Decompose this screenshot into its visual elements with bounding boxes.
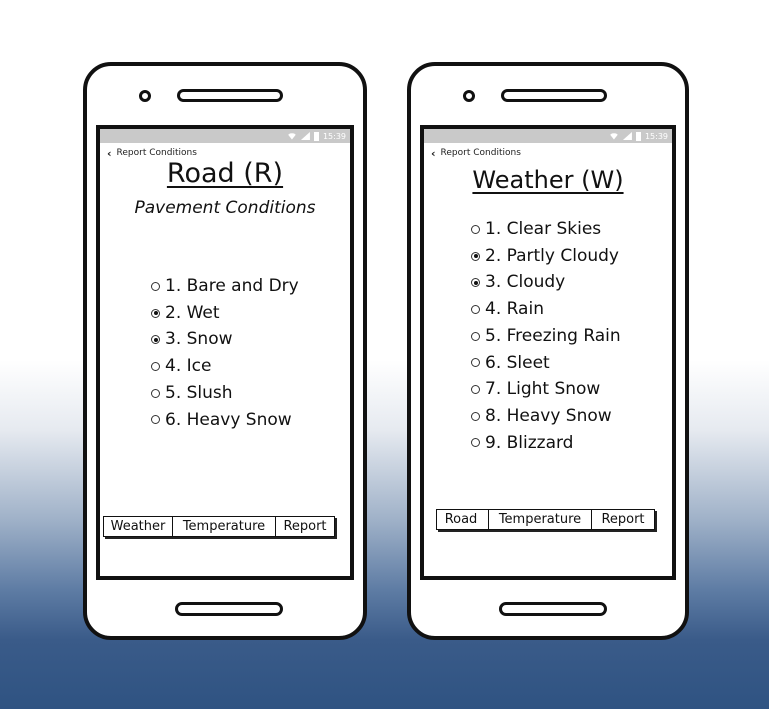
radio-option[interactable]: 5. Slush [151,380,299,407]
signal-icon [622,132,632,140]
status-bar: 15:39 [100,129,350,143]
radio-option[interactable]: 1. Clear Skies [471,216,621,243]
weather-options: 1. Clear Skies 2. Partly Cloudy 3. Cloudy 4… [471,216,621,456]
phone-weather: 15:39 ‹ Report Conditions Weather (W) 1.… [407,62,689,640]
option-label: 6. Sleet [485,352,550,373]
radio-option[interactable]: 3. Snow [151,326,299,353]
option-label: 5. Slush [165,382,233,403]
radio-option[interactable]: 8. Heavy Snow [471,403,621,430]
option-label: 1. Bare and Dry [165,276,299,296]
radio-option[interactable]: 4. Rain [471,296,621,323]
radio-option[interactable]: 5. Freezing Rain [471,323,621,350]
status-time: 15:39 [644,131,668,141]
radio-unchecked-icon[interactable] [471,438,480,448]
option-label: 1. Clear Skies [485,219,602,239]
tab-weather[interactable]: Weather [104,517,173,536]
option-label: 3. Snow [165,329,233,350]
page-title: Weather (W) [472,166,624,194]
signal-icon [300,132,310,140]
radio-unchecked-icon[interactable] [471,304,480,314]
option-label: 6. Heavy Snow [165,409,292,430]
speaker-grille [177,89,283,102]
chevron-left-icon: ‹ [107,146,112,160]
page-subtitle: Pavement Conditions [134,198,316,218]
radio-unchecked-icon[interactable] [151,415,160,425]
option-label: 4. Rain [485,299,544,320]
radio-unchecked-icon[interactable] [151,361,160,371]
option-label: 4. Ice [165,356,212,377]
option-label: 2. Partly Cloudy [485,245,619,266]
radio-checked-icon[interactable] [151,335,160,345]
back-label: Report Conditions [440,148,521,158]
tab-bar: Weather Temperature Report [103,516,335,537]
wifi-icon [286,133,297,140]
radio-option[interactable]: 4. Ice [151,353,299,380]
radio-unchecked-icon[interactable] [151,281,160,291]
tab-temperature[interactable]: Temperature [173,517,276,536]
battery-icon [635,131,641,141]
pavement-options: 1. Bare and Dry 2. Wet 3. Snow 4. Ice 5. Slu… [151,273,299,433]
radio-unchecked-icon[interactable] [471,411,480,421]
speaker-grille [501,89,607,102]
home-button[interactable] [499,602,607,616]
radio-option[interactable]: 6. Sleet [471,350,621,377]
radio-unchecked-icon[interactable] [471,331,480,341]
battery-icon [313,131,319,141]
tab-bar: Road Temperature Report [436,509,655,530]
chevron-left-icon: ‹ [431,146,436,160]
status-time: 15:39 [322,131,346,141]
radio-checked-icon[interactable] [151,308,160,318]
back-label: Report Conditions [116,148,197,158]
radio-checked-icon[interactable] [471,251,480,261]
back-button[interactable]: ‹ Report Conditions [424,143,672,160]
back-button[interactable]: ‹ Report Conditions [100,143,350,160]
weather-screen: 15:39 ‹ Report Conditions Weather (W) 1.… [420,125,676,580]
radio-option[interactable]: 3. Cloudy [471,269,621,296]
tab-report[interactable]: Report [276,517,334,536]
page-title: Road (R) [166,158,284,189]
option-label: 9. Blizzard [485,432,574,453]
radio-unchecked-icon[interactable] [471,358,480,368]
tab-road[interactable]: Road [437,510,489,529]
radio-option[interactable]: 2. Partly Cloudy [471,243,621,270]
radio-option[interactable]: 7. Light Snow [471,376,621,403]
option-label: 2. Wet [165,302,220,323]
tab-report[interactable]: Report [592,510,654,529]
camera-icon [463,90,475,102]
radio-unchecked-icon[interactable] [471,224,480,234]
radio-unchecked-icon[interactable] [471,385,480,395]
option-label: 7. Light Snow [485,379,601,400]
radio-option[interactable]: 6. Heavy Snow [151,407,299,434]
option-label: 3. Cloudy [485,272,566,293]
camera-icon [139,90,151,102]
road-screen: 15:39 ‹ Report Conditions Road (R) Pavem… [96,125,354,580]
home-button[interactable] [175,602,283,616]
option-label: 8. Heavy Snow [485,405,612,426]
radio-option[interactable]: 9. Blizzard [471,430,621,457]
phone-road: 15:39 ‹ Report Conditions Road (R) Pavem… [83,62,367,640]
option-label: 5. Freezing Rain [485,325,621,346]
radio-checked-icon[interactable] [471,278,480,288]
tab-temperature[interactable]: Temperature [489,510,592,529]
radio-option[interactable]: 2. Wet [151,300,299,327]
radio-unchecked-icon[interactable] [151,388,160,398]
wifi-icon [608,133,619,140]
radio-option[interactable]: 1. Bare and Dry [151,273,299,300]
status-bar: 15:39 [424,129,672,143]
